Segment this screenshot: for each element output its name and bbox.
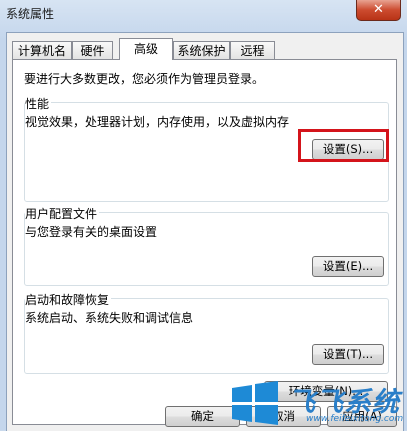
cancel-button[interactable]: 取消 <box>246 406 321 427</box>
tab-remote[interactable]: 远程 <box>230 41 275 59</box>
tab-hardware[interactable]: 硬件 <box>72 41 113 59</box>
close-icon: ✕ <box>373 2 384 17</box>
tab-advanced[interactable]: 高级 <box>119 38 173 60</box>
startup-recovery-description: 系统启动、系统失败和调试信息 <box>25 311 194 325</box>
startup-recovery-settings-button[interactable]: 设置(T)... <box>312 344 384 365</box>
user-profiles-label: 用户配置文件 <box>25 205 100 222</box>
admin-note: 要进行大多数更改，您必须作为管理员登录。 <box>24 72 265 86</box>
advanced-tab-panel: 要进行大多数更改，您必须作为管理员登录。 性能 视觉效果，处理器计划，内存使用，… <box>12 59 397 425</box>
environment-variables-button[interactable]: 环境变量(N)... <box>264 381 388 402</box>
system-properties-window: 系统属性 ✕ 计算机名 硬件 高级 系统保护 远程 要进行大多数更改，您必须作为… <box>0 0 407 431</box>
ok-button[interactable]: 确定 <box>165 406 240 427</box>
dialog-client: 计算机名 硬件 高级 系统保护 远程 要进行大多数更改，您必须作为管理员登录。 … <box>6 32 404 431</box>
title-bar[interactable]: 系统属性 ✕ <box>0 0 407 26</box>
close-button[interactable]: ✕ <box>356 0 401 21</box>
user-profiles-settings-button[interactable]: 设置(E)... <box>312 256 384 277</box>
startup-recovery-group: 启动和故障恢复 系统启动、系统失败和调试信息 设置(T)... <box>24 291 389 374</box>
window-title: 系统属性 <box>6 7 55 21</box>
user-profiles-description: 与您登录有关的桌面设置 <box>25 225 158 239</box>
performance-description: 视觉效果，处理器计划，内存使用，以及虚拟内存 <box>25 115 290 129</box>
apply-button[interactable]: 应用(A) <box>327 406 397 427</box>
startup-recovery-label: 启动和故障恢复 <box>25 291 112 308</box>
tab-computer-name[interactable]: 计算机名 <box>12 41 72 59</box>
highlight-box <box>298 129 389 162</box>
tab-system-protection[interactable]: 系统保护 <box>173 41 230 59</box>
user-profiles-group: 用户配置文件 与您登录有关的桌面设置 设置(E)... <box>24 205 389 286</box>
performance-label: 性能 <box>25 95 52 112</box>
